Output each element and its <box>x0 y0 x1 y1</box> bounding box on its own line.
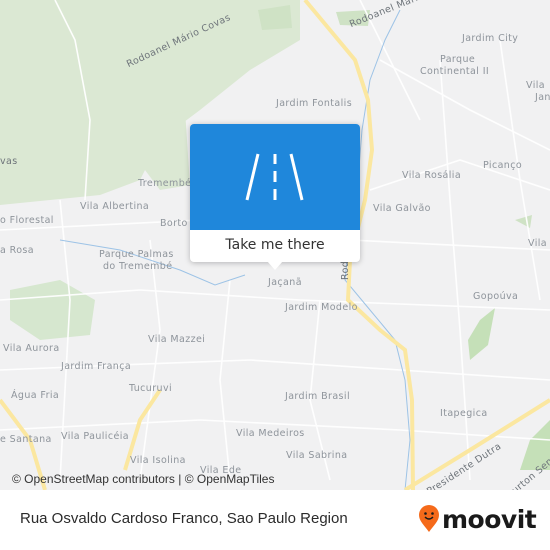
map-label-place: Jardim Modelo <box>285 302 358 313</box>
moovit-pin-icon <box>419 505 439 532</box>
map-label-road: vas <box>0 156 18 167</box>
map-label-place: Jardim Brasil <box>285 391 350 402</box>
map-label-place: Jaçanã <box>268 277 302 288</box>
map-label-place: Gopoúva <box>473 291 519 302</box>
map-label-place: Vila Aurora <box>3 343 60 354</box>
park-area <box>468 308 495 360</box>
map-label-place: Picanço <box>483 160 523 171</box>
map-label-place: Jardim City <box>462 33 519 44</box>
take-me-there-button[interactable]: Take me there <box>190 230 360 262</box>
map-label-place: Tremembé <box>138 178 192 189</box>
map-label-place: Tucuruvi <box>129 383 173 394</box>
map-label-place: Vila Medeiros <box>236 428 305 439</box>
map-canvas[interactable]: Rodoanel Mário Covas Rodoanel Mário Cova… <box>0 0 550 490</box>
destination-popup: Take me there <box>190 124 360 270</box>
map-label-place: Vila Sabrina <box>286 450 348 461</box>
map-label-place: Vila <box>528 238 547 249</box>
map-label-place: Vila Galvão <box>373 203 431 214</box>
moovit-wordmark: moovit <box>442 504 537 534</box>
map-label-place: Vila Albertina <box>80 201 150 212</box>
map-label-place: Vila Rosália <box>402 170 462 181</box>
map-label-road: Rod <box>340 260 351 280</box>
map-label-place: Jan <box>535 92 550 103</box>
map-label-place: do Tremembé <box>103 261 173 272</box>
map-attribution[interactable]: © OpenStreetMap contributors | © OpenMap… <box>12 472 274 486</box>
map-label-place: Vila Paulicéia <box>61 431 129 442</box>
map-label-place: Vila <box>526 80 545 91</box>
map-label-place: a Rosa <box>0 245 34 256</box>
map-label-place: Parque Palmas <box>99 249 174 260</box>
park-area <box>515 215 532 228</box>
location-title: Rua Osvaldo Cardoso Franco, Sao Paulo Re… <box>20 510 348 527</box>
popup-header <box>190 124 360 230</box>
map-label-place: e Santana <box>0 434 52 445</box>
map-label-place: Vila Isolina <box>130 455 186 466</box>
map-label-place: Jardim França <box>61 361 132 372</box>
map-label-place: Água Fria <box>11 390 60 401</box>
map-label-place: Borto <box>160 218 188 229</box>
map-label-place: Vila Mazzei <box>148 334 206 345</box>
moovit-logo[interactable]: moovit <box>418 502 537 536</box>
footer-bar: Rua Osvaldo Cardoso Franco, Sao Paulo Re… <box>0 490 550 550</box>
map-label-place: Parque <box>440 54 476 65</box>
map-label-place: Jardim Fontalis <box>276 98 353 109</box>
road-icon <box>245 153 304 201</box>
popup-pointer <box>267 261 283 270</box>
park-area <box>10 280 95 340</box>
map-label-place: Itapegica <box>440 408 488 419</box>
map-label-place: Continental II <box>420 66 490 77</box>
map-label-place: o Florestal <box>0 215 54 226</box>
